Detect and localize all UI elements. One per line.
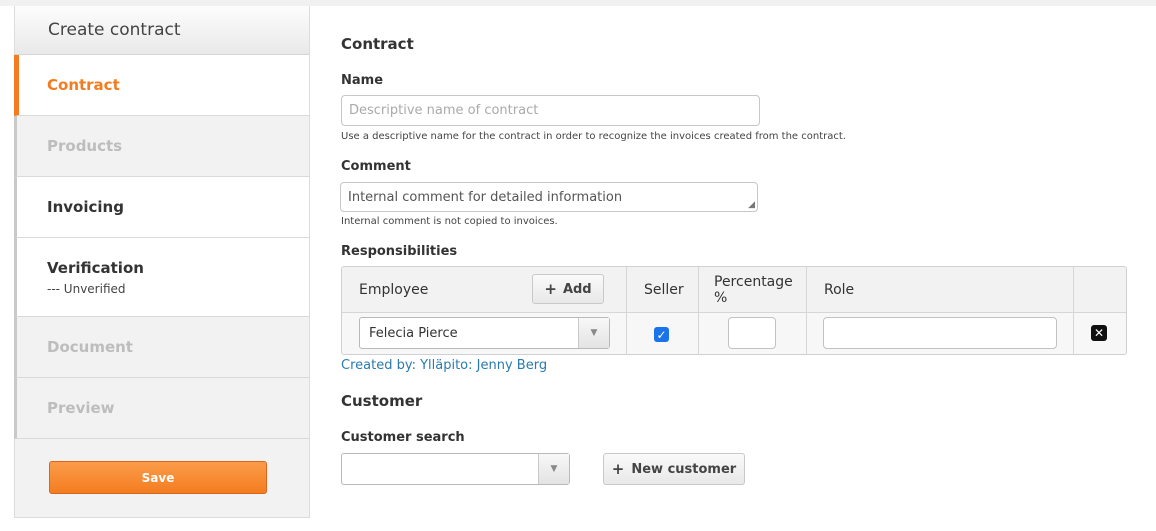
plus-icon: + [544,280,557,298]
new-customer-label: New customer [631,461,737,477]
column-divider [1073,267,1074,354]
sidebar-item-invoicing[interactable]: Invoicing [14,177,309,238]
chevron-down-icon[interactable]: ▼ [578,318,609,348]
column-divider [626,267,627,354]
employee-header: Employee [359,282,429,298]
chevron-down-icon[interactable]: ▼ [538,454,569,484]
name-label: Name [341,73,384,88]
plus-icon: + [611,460,625,478]
sidebar-item-label: Document [47,338,133,356]
name-placeholder: Descriptive name of contract [349,103,539,118]
role-header: Role [824,282,855,298]
sidebar-item-products[interactable]: Products [14,116,309,177]
resize-grip-icon[interactable]: ◢ [748,201,755,210]
seller-checkbox[interactable]: ✓ [654,327,669,342]
comment-label: Comment [341,159,411,174]
role-input[interactable] [823,317,1057,349]
sidebar-item-label: Products [47,137,123,155]
table-row: Felecia Pierce ▼ ✓ ✕ [342,313,1126,354]
comment-help-text: Internal comment is not copied to invoic… [341,216,558,227]
employee-value: Felecia Pierce [369,325,458,341]
sidebar-item-label: Contract [47,76,120,94]
percentage-input[interactable] [728,317,776,349]
comment-field[interactable]: Internal comment for detailed informatio… [340,182,758,212]
customer-search-select[interactable]: ▼ [341,453,570,485]
close-icon[interactable]: ✕ [1091,325,1107,341]
save-button[interactable]: Save [49,461,267,494]
sidebar-item-verification[interactable]: Verification --- Unverified [14,238,309,317]
column-divider [806,267,807,354]
verification-status: --- Unverified [47,281,126,296]
sidebar-item-label: Invoicing [47,198,124,216]
customer-section-title: Customer [341,392,423,410]
name-field[interactable]: Descriptive name of contract [341,95,760,126]
new-customer-button[interactable]: + New customer [603,453,745,485]
sidebar-item-preview[interactable]: Preview [14,378,309,439]
name-help-text: Use a descriptive name for the contract … [341,131,846,142]
add-employee-button[interactable]: + Add [532,274,604,304]
employee-select[interactable]: Felecia Pierce ▼ [359,317,610,349]
contract-section-title: Contract [341,35,414,53]
sidebar-item-document[interactable]: Document [14,317,309,378]
sidebar-footer: Save [15,439,309,494]
responsibilities-table: Employee + Add Seller Percentage % Role … [341,266,1127,355]
table-header: Employee + Add Seller Percentage % Role [342,267,1126,313]
responsibilities-title: Responsibilities [341,244,458,259]
sidebar-title: Create contract [15,6,309,55]
percentage-header: Percentage % [714,274,793,306]
sidebar-item-label: Preview [47,399,115,417]
seller-header: Seller [644,282,684,298]
sidebar: Create contract Contract Products Invoic… [14,6,310,518]
comment-placeholder: Internal comment for detailed informatio… [348,189,623,205]
sidebar-item-label: Verification [47,258,144,277]
column-divider [698,267,699,354]
check-icon: ✓ [656,327,667,342]
created-by-text: Created by: Ylläpito: Jenny Berg [341,358,548,373]
sidebar-item-contract[interactable]: Contract [14,55,309,116]
add-label: Add [562,281,592,297]
customer-search-label: Customer search [341,430,465,445]
